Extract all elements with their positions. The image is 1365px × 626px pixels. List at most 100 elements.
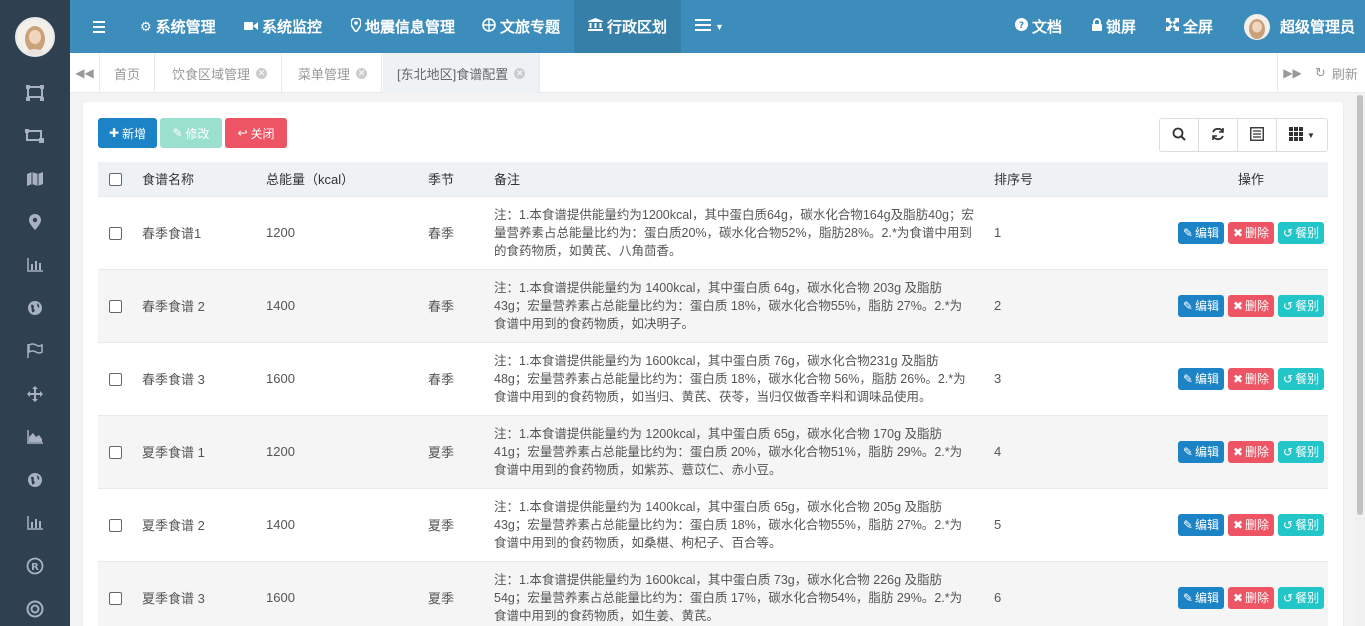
sidebar-icon-map-marker[interactable] <box>22 212 48 232</box>
nav-label: 文旅专题 <box>500 19 561 36</box>
sidebar-icon-layout[interactable] <box>22 126 48 146</box>
col-header-season[interactable]: 季节 <box>422 162 488 197</box>
row-edit-label: 编辑 <box>1194 445 1219 459</box>
refresh-button[interactable] <box>1199 119 1238 151</box>
menu-toggle-button[interactable] <box>84 14 114 40</box>
row-meal-label: 餐别 <box>1295 226 1320 240</box>
sidebar-icon-bar-chart-2[interactable] <box>22 513 48 533</box>
nav-cultural-tourism[interactable]: 文旅专题 <box>482 0 560 53</box>
tab-home[interactable]: 首页 <box>100 53 156 93</box>
recipe-energy: 1400 <box>260 488 422 562</box>
search-button[interactable] <box>1160 119 1199 151</box>
row-edit-label: 编辑 <box>1194 226 1219 240</box>
row-meal-button[interactable]: ↺ 餐别 <box>1278 367 1325 390</box>
row-delete-button[interactable]: ✖ 删除 <box>1227 367 1275 390</box>
table-row[interactable]: 夏季食谱 2 1400 夏季 注：1.本食谱提供能量约为 1400kcal，其中… <box>98 488 1328 562</box>
row-edit-button[interactable]: ✎ 编辑 <box>1177 221 1224 244</box>
sidebar-icon-globe[interactable] <box>22 298 48 318</box>
sidebar-avatar[interactable] <box>15 17 55 57</box>
table-row[interactable]: 夏季食谱 1 1200 夏季 注：1.本食谱提供能量约为 1200kcal，其中… <box>98 415 1328 489</box>
nav-administrative-division[interactable]: 行政区划 <box>574 0 682 53</box>
col-header-order[interactable]: 排序号 <box>988 162 1174 197</box>
table-row[interactable]: 春季食谱 3 1600 春季 注：1.本食谱提供能量约为 1600kcal，其中… <box>98 342 1328 416</box>
col-header-name[interactable]: 食谱名称 <box>136 162 260 197</box>
user-avatar <box>1244 13 1270 40</box>
columns-button[interactable]: ▼ <box>1277 119 1327 151</box>
refresh-icon <box>1211 127 1225 144</box>
row-delete-button[interactable]: ✖ 删除 <box>1227 586 1275 609</box>
sidebar-icon-move[interactable] <box>22 384 48 404</box>
left-sidebar: R <box>0 0 70 626</box>
recipe-energy: 1400 <box>260 269 422 343</box>
row-meal-button[interactable]: ↺ 餐别 <box>1278 221 1325 244</box>
row-meal-button[interactable]: ↺ 餐别 <box>1278 294 1325 317</box>
edit-button[interactable]: ✎ 修改 <box>160 118 222 148</box>
tab-close-icon[interactable]: ✕ <box>256 67 268 79</box>
row-edit-button[interactable]: ✎ 编辑 <box>1177 513 1224 536</box>
sidebar-icon-globe-2[interactable] <box>22 470 48 490</box>
remove-icon: ✖ <box>1232 225 1244 240</box>
row-checkbox[interactable] <box>109 446 122 460</box>
table-row[interactable]: 春季食谱 2 1400 春季 注：1.本食谱提供能量约为 1400kcal，其中… <box>98 269 1328 343</box>
tab-close-icon[interactable]: ✕ <box>356 67 368 79</box>
sidebar-icon-bar-chart[interactable] <box>22 255 48 275</box>
sidebar-icon-map[interactable] <box>22 169 48 189</box>
row-actions: ✎ 编辑 ✖ 删除 ↺ 餐别 <box>1174 342 1328 416</box>
nav-system-management[interactable]: ⚙ 系统管理 <box>140 0 216 53</box>
nav-more-dropdown[interactable]: ▼ <box>695 0 724 53</box>
row-checkbox[interactable] <box>109 373 122 387</box>
gear-icon: ⚙ <box>140 18 152 34</box>
recipe-season: 春季 <box>422 342 488 416</box>
remove-icon: ✖ <box>1232 298 1244 313</box>
tab-diet-region[interactable]: 饮食区域管理 ✕ <box>158 53 283 93</box>
col-header-energy[interactable]: 总能量（kcal） <box>260 162 422 197</box>
recipe-energy: 1600 <box>260 342 422 416</box>
close-button[interactable]: ↩ 关闭 <box>225 118 287 148</box>
row-checkbox[interactable] <box>109 519 122 533</box>
table-row[interactable]: 春季食谱1 1200 春季 注：1.本食谱提供能量约为1200kcal，其中蛋白… <box>98 196 1328 270</box>
row-delete-label: 删除 <box>1245 445 1270 459</box>
row-meal-button[interactable]: ↺ 餐别 <box>1278 513 1325 536</box>
lock-screen-button[interactable]: 锁屏 <box>1092 0 1136 53</box>
select-all-checkbox[interactable] <box>109 173 122 187</box>
docs-link[interactable]: ? 文档 <box>1015 0 1062 53</box>
sidebar-icon-area-chart[interactable] <box>22 427 48 447</box>
nav-earthquake-info[interactable]: 地震信息管理 <box>350 0 455 53</box>
refresh-tab-button[interactable]: ↻ 刷新 <box>1307 53 1365 93</box>
row-meal-label: 餐别 <box>1295 518 1320 532</box>
tab-recipe-config[interactable]: [东北地区]食谱配置 ✕ <box>383 53 541 93</box>
sidebar-icon-monitor[interactable] <box>22 83 48 103</box>
row-delete-button[interactable]: ✖ 删除 <box>1227 440 1275 463</box>
toggle-view-button[interactable] <box>1238 119 1277 151</box>
sidebar-icon-lifebuoy[interactable] <box>22 599 48 619</box>
row-edit-button[interactable]: ✎ 编辑 <box>1177 440 1224 463</box>
row-checkbox[interactable] <box>109 300 122 314</box>
tabs-scroll-right-button[interactable]: ▶▶ <box>1277 53 1307 93</box>
tab-close-icon[interactable]: ✕ <box>514 67 526 79</box>
row-edit-button[interactable]: ✎ 编辑 <box>1177 586 1224 609</box>
row-delete-button[interactable]: ✖ 删除 <box>1227 513 1275 536</box>
row-checkbox[interactable] <box>109 592 122 606</box>
bank-icon <box>588 18 603 35</box>
row-meal-label: 餐别 <box>1295 591 1320 605</box>
row-delete-button[interactable]: ✖ 删除 <box>1227 221 1275 244</box>
tab-menu-management[interactable]: 菜单管理 ✕ <box>284 53 383 93</box>
row-delete-button[interactable]: ✖ 删除 <box>1227 294 1275 317</box>
row-edit-button[interactable]: ✎ 编辑 <box>1177 294 1224 317</box>
row-meal-button[interactable]: ↺ 餐别 <box>1278 440 1325 463</box>
scrollbar-thumb[interactable] <box>1357 95 1363 515</box>
tabs-scroll-left-button[interactable]: ◀◀ <box>70 53 100 93</box>
row-meal-label: 餐别 <box>1295 299 1320 313</box>
user-menu[interactable]: 超级管理员 <box>1244 0 1355 53</box>
sidebar-icon-registered[interactable]: R <box>22 556 48 576</box>
row-edit-button[interactable]: ✎ 编辑 <box>1177 367 1224 390</box>
row-meal-button[interactable]: ↺ 餐别 <box>1278 586 1325 609</box>
col-header-remark[interactable]: 备注 <box>488 162 988 197</box>
fullscreen-button[interactable]: 全屏 <box>1166 0 1213 53</box>
sidebar-icon-flag[interactable] <box>22 341 48 361</box>
nav-system-monitor[interactable]: 系统监控 <box>244 0 322 53</box>
add-button[interactable]: ✚ 新增 <box>98 118 157 148</box>
table-row[interactable]: 夏季食谱 3 1600 夏季 注：1.本食谱提供能量约为 1600kcal，其中… <box>98 561 1328 626</box>
page-scrollbar[interactable] <box>1355 93 1365 626</box>
row-checkbox[interactable] <box>109 227 122 241</box>
